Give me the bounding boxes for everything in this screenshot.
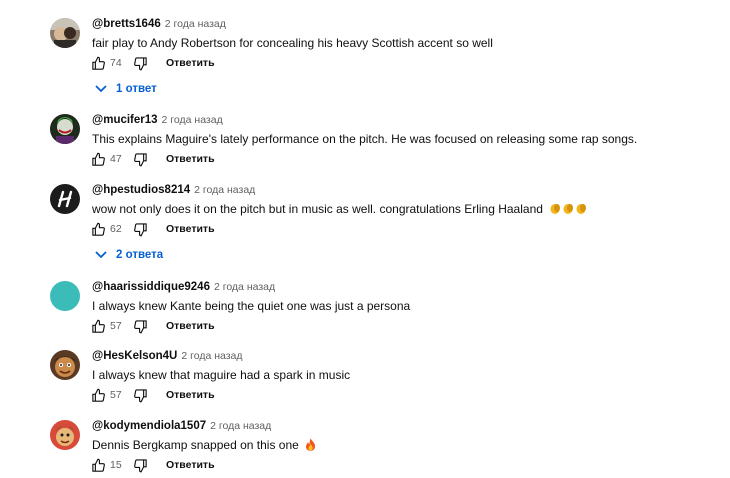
thumbs-up-icon[interactable] — [90, 457, 106, 473]
comment-author[interactable]: @bretts1646 — [92, 18, 161, 30]
comment-actions: 57 Ответить — [90, 386, 215, 404]
comment-time[interactable]: 2 года назад — [165, 18, 226, 30]
thumbs-down-icon[interactable] — [132, 151, 148, 167]
chevron-down-icon — [95, 251, 107, 259]
replies-toggle[interactable]: 1 ответ — [95, 83, 157, 95]
comment-text: I always knew that maguire had a spark i… — [92, 368, 351, 382]
thumbs-up-icon[interactable] — [90, 55, 106, 71]
like-count: 57 — [110, 389, 122, 401]
comment-author[interactable]: @haarissiddique9246 — [92, 281, 210, 293]
comment-header: @HesKelson4U 2 года назад — [92, 350, 243, 362]
comment-text: This explains Maguire's lately performan… — [92, 132, 638, 146]
comment-text: wow not only does it on the pitch but in… — [92, 202, 589, 218]
comment-time[interactable]: 2 года назад — [214, 281, 275, 293]
comment-author[interactable]: @hpestudios8214 — [92, 184, 190, 196]
reply-button[interactable]: Ответить — [166, 320, 215, 332]
avatar[interactable] — [50, 114, 80, 144]
comment-text: fair play to Andy Robertson for conceali… — [92, 36, 493, 50]
reply-button[interactable]: Ответить — [166, 223, 215, 235]
chevron-down-icon — [95, 85, 107, 93]
replies-count-label: 1 ответ — [116, 83, 157, 95]
avatar[interactable] — [50, 420, 80, 450]
avatar[interactable] — [50, 281, 80, 311]
comment-header: @hpestudios8214 2 года назад — [92, 184, 255, 196]
reply-button[interactable]: Ответить — [166, 57, 215, 69]
thumbs-down-icon[interactable] — [132, 221, 148, 237]
thumbs-up-icon[interactable] — [90, 387, 106, 403]
comment-time[interactable]: 2 года назад — [162, 114, 223, 126]
comment-actions: 15 Ответить — [90, 456, 215, 474]
comment-time[interactable]: 2 года назад — [181, 350, 242, 362]
avatar[interactable] — [50, 184, 80, 214]
thumbs-up-icon[interactable] — [90, 221, 106, 237]
thumbs-up-icon[interactable] — [90, 151, 106, 167]
comment-header: @bretts1646 2 года назад — [92, 18, 226, 30]
comment-actions: 57 Ответить — [90, 317, 215, 335]
comment-header: @haarissiddique9246 2 года назад — [92, 281, 275, 293]
comment-header: @mucifer13 2 года назад — [92, 114, 223, 126]
reply-button[interactable]: Ответить — [166, 389, 215, 401]
comment-text-content: wow not only does it on the pitch but in… — [92, 202, 543, 216]
thumbs-down-icon[interactable] — [132, 55, 148, 71]
comment-actions: 47 Ответить — [90, 150, 215, 168]
like-count: 57 — [110, 320, 122, 332]
comment-time[interactable]: 2 года назад — [194, 184, 255, 196]
avatar[interactable] — [50, 18, 80, 48]
comment-author[interactable]: @mucifer13 — [92, 114, 158, 126]
avatar[interactable] — [50, 350, 80, 380]
like-count: 47 — [110, 153, 122, 165]
comment-header: @kodymendiola1507 2 года назад — [92, 420, 271, 432]
comment-text-content: Dennis Bergkamp snapped on this one — [92, 438, 299, 452]
fire-emoji — [305, 438, 316, 454]
replies-count-label: 2 ответа — [116, 249, 164, 261]
replies-toggle[interactable]: 2 ответа — [95, 249, 163, 261]
comment-text: I always knew Kante being the quiet one … — [92, 299, 411, 313]
reply-button[interactable]: Ответить — [166, 153, 215, 165]
comment-actions: 74 Ответить — [90, 54, 215, 72]
thumbs-up-icon[interactable] — [90, 318, 106, 334]
like-count: 15 — [110, 459, 122, 471]
like-count: 62 — [110, 223, 122, 235]
thumbs-down-icon[interactable] — [132, 318, 148, 334]
clapping-hands-emoji — [549, 202, 589, 218]
comment-author[interactable]: @kodymendiola1507 — [92, 420, 206, 432]
comment-text: Dennis Bergkamp snapped on this one — [92, 438, 316, 454]
comment-time[interactable]: 2 года назад — [210, 420, 271, 432]
thumbs-down-icon[interactable] — [132, 457, 148, 473]
comment-author[interactable]: @HesKelson4U — [92, 350, 177, 362]
comment-actions: 62 Ответить — [90, 220, 215, 238]
reply-button[interactable]: Ответить — [166, 459, 215, 471]
thumbs-down-icon[interactable] — [132, 387, 148, 403]
like-count: 74 — [110, 57, 122, 69]
